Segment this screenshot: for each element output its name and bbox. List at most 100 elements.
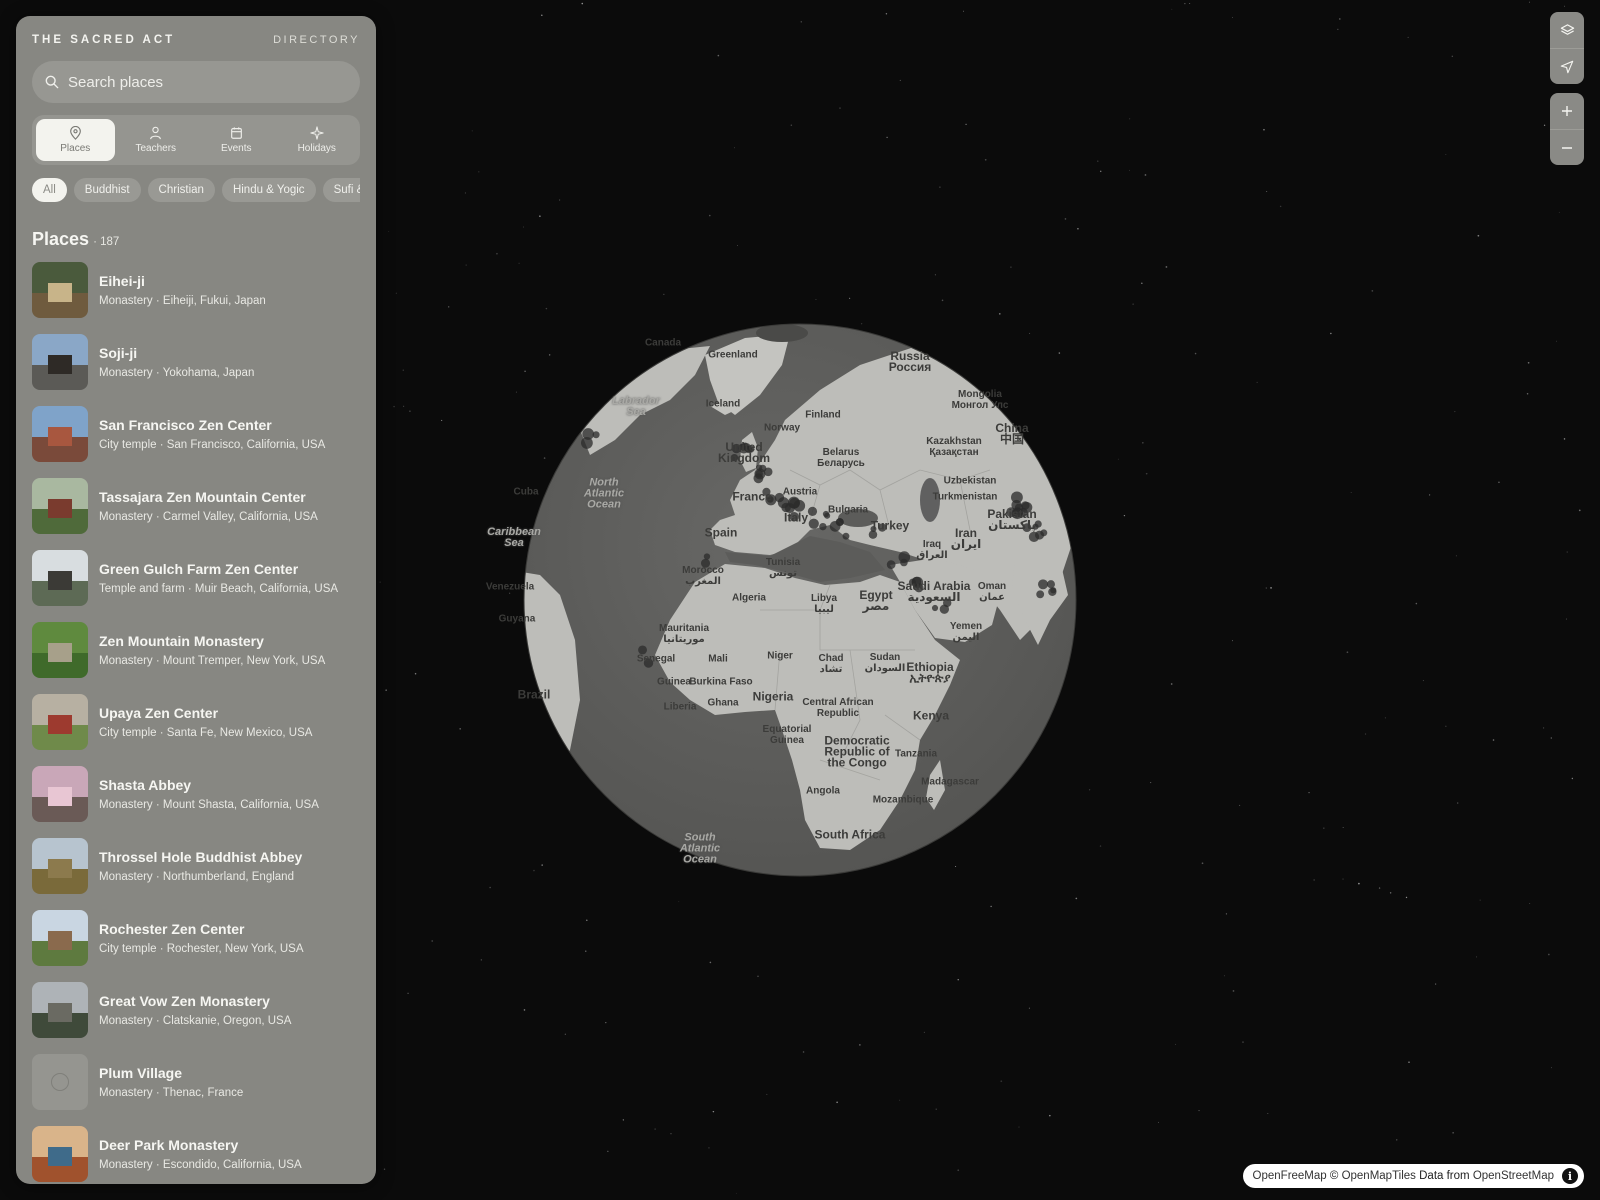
star	[1242, 1041, 1244, 1043]
star	[1526, 392, 1529, 395]
place-list-item[interactable]: Great Vow Zen Monastery Monastery · Clats…	[32, 982, 366, 1054]
star	[939, 186, 941, 188]
layers-button[interactable]	[1550, 12, 1584, 48]
place-marker[interactable]	[703, 553, 711, 560]
place-marker[interactable]	[561, 429, 569, 437]
place-thumbnail	[32, 1126, 88, 1182]
filter-chip[interactable]: Hindu & Yogic	[221, 178, 316, 202]
place-marker[interactable]	[560, 424, 570, 434]
place-list-item[interactable]: San Francisco Zen Center City temple · Sa…	[32, 406, 366, 478]
filter-chip[interactable]: All	[32, 178, 67, 202]
place-marker[interactable]	[1038, 579, 1048, 590]
place-marker[interactable]	[807, 506, 818, 516]
star	[1346, 651, 1349, 654]
place-marker[interactable]	[1036, 590, 1045, 599]
map-label: Morocco المغرب	[682, 565, 724, 587]
star	[1189, 2, 1191, 4]
star	[383, 1168, 386, 1170]
place-marker[interactable]	[886, 560, 896, 569]
star	[1129, 118, 1131, 120]
star	[1565, 618, 1568, 620]
place-list-item[interactable]: Throssel Hole Buddhist Abbey Monastery · …	[32, 838, 366, 910]
openstreetmap-link[interactable]: OpenStreetMap	[1473, 1170, 1554, 1182]
place-marker[interactable]	[1048, 587, 1057, 596]
place-marker[interactable]	[808, 518, 819, 529]
star	[886, 136, 888, 139]
place-marker[interactable]	[755, 470, 763, 478]
place-marker[interactable]	[819, 522, 827, 531]
place-text: Shasta Abbey Monastery · Mount Shasta, Ca…	[99, 766, 319, 812]
list-heading: Places · 187	[32, 229, 119, 250]
place-list-item[interactable]: Deer Park Monastery Monastery · Escondido…	[32, 1126, 366, 1184]
place-list[interactable]: Eihei-ji Monastery · Eiheiji, Fukui, Japa…	[32, 262, 366, 1184]
star	[1415, 602, 1418, 605]
place-marker[interactable]	[1028, 531, 1040, 543]
star	[957, 1169, 960, 1172]
navigation-arrow-icon	[1560, 60, 1574, 73]
info-icon[interactable]: i	[1562, 1168, 1578, 1184]
place-text: Great Vow Zen Monastery Monastery · Clats…	[99, 982, 291, 1028]
star	[539, 215, 541, 217]
openfreemap-link[interactable]: OpenFreeMap	[1253, 1170, 1327, 1182]
star	[1547, 953, 1550, 956]
place-list-item[interactable]: Plum Village Monastery · Thenac, France	[32, 1054, 366, 1126]
place-meta: Monastery · Eiheiji, Fukui, Japan	[99, 295, 266, 307]
star	[523, 1009, 526, 1011]
place-list-item[interactable]: Soji-ji Monastery · Yokohama, Japan	[32, 334, 366, 406]
place-marker[interactable]	[931, 604, 939, 612]
place-list-item[interactable]: Green Gulch Farm Zen Center Temple and fa…	[32, 550, 366, 622]
place-marker[interactable]	[829, 520, 841, 532]
tab-places[interactable]: Places	[36, 119, 115, 161]
layers-icon	[1560, 23, 1574, 35]
map-label: South Africa	[814, 827, 886, 842]
place-name: Tassajara Zen Mountain Center	[99, 489, 306, 505]
tab-teachers[interactable]: Teachers	[117, 119, 196, 161]
place-list-item[interactable]: Shasta Abbey Monastery · Mount Shasta, Ca…	[32, 766, 366, 838]
place-meta: Monastery · Escondido, California, USA	[99, 1159, 302, 1171]
place-list-item[interactable]: Zen Mountain Monastery Monastery · Mount …	[32, 622, 366, 694]
tab-events[interactable]: Events	[197, 119, 276, 161]
place-thumbnail	[32, 622, 88, 678]
map-label: Cuba	[513, 486, 539, 498]
zoom-in-button[interactable]	[1550, 93, 1584, 129]
place-list-item[interactable]: Upaya Zen Center City temple · Santa Fe, …	[32, 694, 366, 766]
tab-holidays[interactable]: Holidays	[278, 119, 357, 161]
locate-button[interactable]	[1550, 48, 1584, 84]
star	[957, 979, 959, 981]
globe-map[interactable]: Canada Greenland Russia Россия Labrador Sea Ic…	[486, 320, 1080, 880]
place-marker[interactable]	[568, 417, 578, 427]
filter-chip[interactable]: Buddhist	[73, 178, 141, 202]
place-marker[interactable]	[582, 428, 595, 440]
place-marker[interactable]	[1046, 580, 1055, 589]
star	[1117, 458, 1119, 460]
filter-chip[interactable]: Sufi & I	[322, 178, 360, 202]
search-input[interactable]	[68, 73, 328, 91]
star	[712, 1110, 715, 1113]
star	[1571, 777, 1574, 780]
place-name: Deer Park Monastery	[99, 1137, 239, 1153]
map-label: Bulgaria	[827, 504, 869, 516]
place-marker[interactable]	[557, 432, 568, 442]
map-label: Caribbean Sea	[487, 526, 541, 549]
place-list-item[interactable]: Eihei-ji Monastery · Eiheiji, Fukui, Japa…	[32, 262, 366, 334]
minus-icon	[1562, 146, 1572, 149]
directory-link[interactable]: DIRECTORY	[273, 34, 360, 46]
search-box[interactable]	[32, 61, 360, 103]
place-marker[interactable]	[566, 427, 574, 435]
openmaptiles-link[interactable]: OpenMapTiles	[1342, 1170, 1416, 1182]
star	[1479, 899, 1481, 901]
zoom-out-button[interactable]	[1550, 129, 1584, 165]
place-list-item[interactable]: Tassajara Zen Mountain Center Monastery ·…	[32, 478, 366, 550]
map-label: Equatorial Guinea	[762, 724, 812, 746]
place-marker[interactable]	[1011, 491, 1023, 504]
map-label: Ghana	[707, 697, 739, 709]
tab-label: Places	[60, 143, 91, 154]
place-marker[interactable]	[1040, 529, 1048, 537]
place-marker[interactable]	[563, 420, 574, 432]
filter-chip[interactable]: Christian	[147, 178, 215, 202]
place-marker[interactable]	[842, 532, 850, 540]
place-list-item[interactable]: Rochester Zen Center City temple · Roches…	[32, 910, 366, 982]
star	[1265, 587, 1267, 589]
place-marker[interactable]	[789, 497, 800, 509]
place-marker[interactable]	[900, 558, 908, 567]
